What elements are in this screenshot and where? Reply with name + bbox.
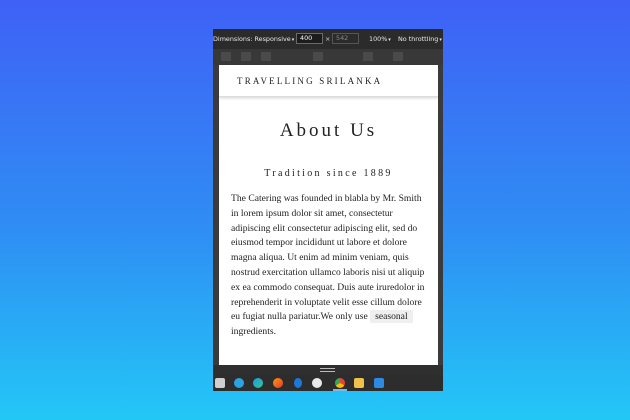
ruler-segment: [393, 52, 403, 61]
paragraph-text: The Catering was founded in blabla by Mr…: [231, 193, 425, 323]
ruler-segment: [261, 52, 271, 61]
telegram-icon[interactable]: [234, 378, 244, 388]
ruler-segment: [363, 52, 373, 61]
zoom-label: 100%: [369, 35, 388, 43]
page-subtitle: Tradition since 1889: [264, 168, 393, 179]
highlight-tag: seasonal: [370, 310, 413, 324]
page-title: About Us: [279, 120, 378, 141]
width-input[interactable]: 400: [296, 33, 323, 44]
ruler-segment: [221, 52, 231, 61]
chrome-icon[interactable]: [333, 378, 347, 391]
ruler-segment: [313, 52, 323, 61]
firefox-icon[interactable]: [273, 378, 283, 388]
bluetooth-icon[interactable]: [294, 378, 302, 388]
chevron-down-icon: ▾: [291, 37, 295, 43]
dimensions-dropdown[interactable]: Dimensions: Responsive▾: [213, 35, 294, 43]
grip-icon: [320, 368, 335, 372]
device-emulator-window: Dimensions: Responsive▾ 400 × 542 100%▾ …: [213, 29, 443, 391]
about-paragraph: The Catering was founded in blabla by Mr…: [219, 192, 438, 340]
times-sign: ×: [325, 35, 331, 43]
device-toolbar: Dimensions: Responsive▾ 400 × 542 100%▾ …: [213, 29, 443, 49]
file-explorer-icon[interactable]: [354, 378, 364, 388]
throttling-label: No throttling: [398, 35, 439, 43]
taskbar: [213, 375, 443, 391]
page-viewport: TRAVELLING SRILANKA About Us Tradition s…: [219, 65, 438, 365]
site-header: TRAVELLING SRILANKA: [219, 65, 438, 97]
vscode-icon[interactable]: [374, 378, 384, 388]
photos-icon[interactable]: [312, 378, 322, 388]
edge-icon[interactable]: [253, 378, 263, 388]
chevron-down-icon: ▾: [439, 37, 442, 43]
ruler-segment: [241, 52, 251, 61]
brand-name[interactable]: TRAVELLING SRILANKA: [237, 76, 438, 86]
app-icon[interactable]: [215, 378, 225, 388]
height-input[interactable]: 542: [332, 33, 359, 44]
chevron-down-icon: ▾: [388, 37, 391, 43]
dimensions-label: Dimensions: Responsive: [213, 35, 291, 43]
paragraph-end: ingredients.: [231, 326, 277, 338]
media-query-bar: [213, 49, 443, 65]
zoom-dropdown[interactable]: 100%▾: [369, 35, 391, 43]
resize-handle[interactable]: [213, 365, 443, 375]
throttling-dropdown[interactable]: No throttling▾: [398, 35, 442, 43]
